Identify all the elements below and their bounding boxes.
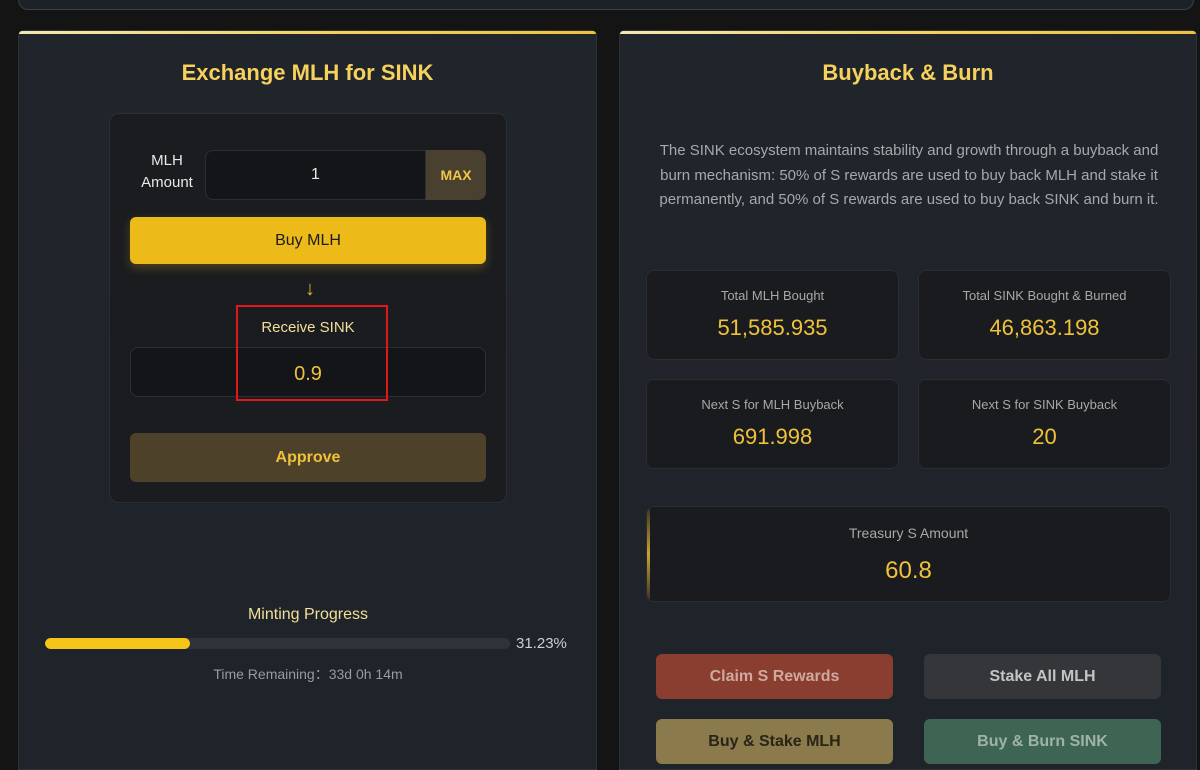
stat-value: 51,585.935 [717, 315, 828, 340]
buyback-panel: Buyback & Burn The SINK ecosystem mainta… [619, 30, 1197, 770]
minting-progress-bar [45, 638, 510, 649]
buyback-description: The SINK ecosystem maintains stability a… [659, 142, 1159, 208]
stat-value: 691.998 [732, 424, 813, 449]
exchange-form: MLH Amount MAX Buy MLH ↓ Receive SINK 0.… [109, 113, 507, 503]
stat-card-total-mlh-bought: Total MLH Bought 51,585.935 [646, 270, 899, 360]
stat-value: 20 [1032, 424, 1057, 449]
mlh-amount-label: MLH Amount [141, 152, 193, 191]
buy-mlh-button[interactable]: Buy MLH [130, 217, 486, 264]
treasury-card: Treasury S Amount 60.8 [646, 506, 1171, 602]
stat-value: 46,863.198 [989, 315, 1100, 340]
approve-button[interactable]: Approve [130, 433, 486, 482]
exchange-title: Exchange MLH for SINK [181, 60, 434, 85]
buyback-title: Buyback & Burn [822, 60, 994, 85]
buy-burn-sink-button[interactable]: Buy & Burn SINK [924, 719, 1161, 764]
treasury-value: 60.8 [885, 557, 932, 584]
exchange-panel: Exchange MLH for SINK MLH Amount MAX Buy… [18, 30, 597, 770]
stat-label: Total SINK Bought & Burned [962, 288, 1127, 303]
stat-card-next-sink-buyback: Next S for SINK Buyback 20 [918, 379, 1171, 469]
stat-card-total-sink-burned: Total SINK Bought & Burned 46,863.198 [918, 270, 1171, 360]
claim-s-rewards-button[interactable]: Claim S Rewards [656, 654, 893, 699]
minting-progress-fill [45, 638, 191, 649]
max-button[interactable]: MAX [426, 150, 486, 200]
stat-label: Next S for MLH Buyback [701, 397, 844, 412]
stat-label: Total MLH Bought [720, 288, 825, 303]
mlh-amount-input[interactable] [205, 150, 426, 200]
stake-all-mlh-button[interactable]: Stake All MLH [924, 654, 1161, 699]
minting-progress-percent: 31.23% [516, 635, 567, 652]
buy-stake-mlh-button[interactable]: Buy & Stake MLH [656, 719, 893, 764]
top-card-edge [18, 0, 1194, 10]
arrow-down-icon: ↓ [305, 278, 315, 300]
stat-label: Next S for SINK Buyback [971, 397, 1118, 412]
minting-progress-title: Minting Progress [247, 606, 369, 623]
treasury-accent-bar [647, 507, 650, 601]
stat-card-next-mlh-buyback: Next S for MLH Buyback 691.998 [646, 379, 899, 469]
time-remaining: Time Remaining：33d 0h 14m [213, 666, 403, 682]
treasury-label: Treasury S Amount [848, 525, 969, 541]
highlight-annotation-box [236, 305, 388, 401]
